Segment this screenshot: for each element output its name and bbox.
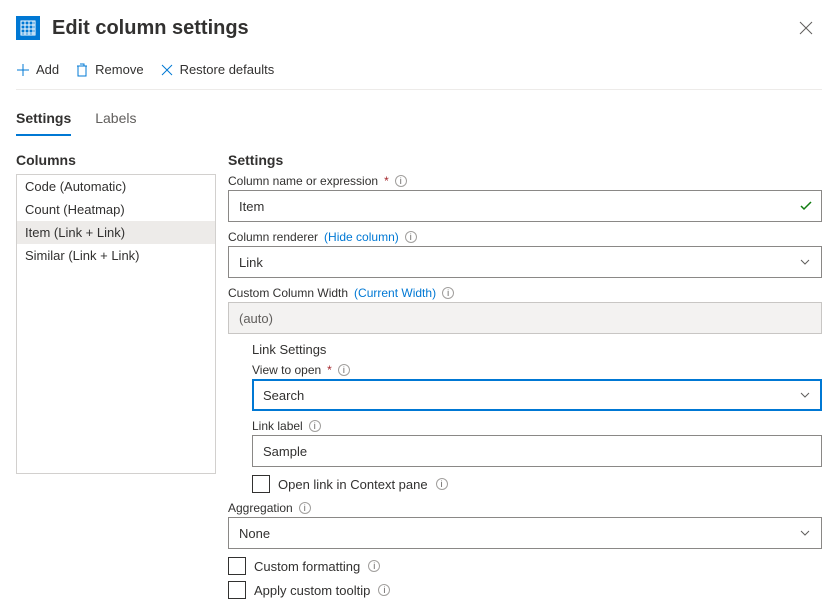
info-icon[interactable]: i <box>442 287 454 299</box>
custom-formatting-label: Custom formatting <box>254 559 360 574</box>
settings-heading: Settings <box>228 152 822 168</box>
tab-bar: Settings Labels <box>16 104 822 136</box>
renderer-label: Column renderer <box>228 230 318 244</box>
clear-icon <box>160 63 174 77</box>
custom-tooltip-label: Apply custom tooltip <box>254 583 370 598</box>
column-name-input[interactable]: Item <box>228 190 822 222</box>
link-label-input[interactable]: Sample <box>252 435 822 467</box>
plus-icon <box>16 63 30 77</box>
checkmark-icon <box>799 199 813 213</box>
list-item[interactable]: Code (Automatic) <box>17 175 215 198</box>
info-icon[interactable]: i <box>338 364 350 376</box>
list-item[interactable]: Item (Link + Link) <box>17 221 215 244</box>
info-icon[interactable]: i <box>395 175 407 187</box>
column-name-label: Column name or expression <box>228 174 378 188</box>
remove-label: Remove <box>95 62 143 77</box>
link-settings-heading: Link Settings <box>252 342 822 357</box>
width-input[interactable]: (auto) <box>228 302 822 334</box>
add-label: Add <box>36 62 59 77</box>
link-label-label: Link label <box>252 419 303 433</box>
aggregation-label: Aggregation <box>228 501 293 515</box>
custom-tooltip-checkbox[interactable] <box>228 581 246 599</box>
tab-labels[interactable]: Labels <box>95 104 136 136</box>
close-icon <box>799 21 813 35</box>
required-marker: * <box>384 174 389 188</box>
chevron-down-icon <box>799 389 811 401</box>
info-icon[interactable]: i <box>378 584 390 596</box>
info-icon[interactable]: i <box>436 478 448 490</box>
view-to-open-select[interactable]: Search <box>252 379 822 411</box>
trash-icon <box>75 63 89 77</box>
toolbar: Add Remove Restore defaults <box>16 52 822 90</box>
dialog-title: Edit column settings <box>52 17 790 40</box>
hide-column-link[interactable]: (Hide column) <box>324 230 399 244</box>
renderer-select[interactable]: Link <box>228 246 822 278</box>
aggregation-select[interactable]: None <box>228 517 822 549</box>
remove-button[interactable]: Remove <box>75 60 143 79</box>
restore-label: Restore defaults <box>180 62 275 77</box>
info-icon[interactable]: i <box>299 502 311 514</box>
chevron-down-icon <box>799 256 811 268</box>
info-icon[interactable]: i <box>309 420 321 432</box>
close-button[interactable] <box>790 12 822 44</box>
custom-formatting-checkbox[interactable] <box>228 557 246 575</box>
info-icon[interactable]: i <box>368 560 380 572</box>
tab-settings[interactable]: Settings <box>16 104 71 136</box>
view-to-open-label: View to open <box>252 363 321 377</box>
restore-button[interactable]: Restore defaults <box>160 60 275 79</box>
open-context-checkbox[interactable] <box>252 475 270 493</box>
columns-list: Code (Automatic) Count (Heatmap) Item (L… <box>16 174 216 474</box>
list-item[interactable]: Count (Heatmap) <box>17 198 215 221</box>
info-icon[interactable]: i <box>405 231 417 243</box>
chevron-down-icon <box>799 527 811 539</box>
columns-heading: Columns <box>16 152 216 168</box>
grid-icon <box>16 16 40 40</box>
required-marker: * <box>327 363 332 377</box>
list-item[interactable]: Similar (Link + Link) <box>17 244 215 267</box>
width-label: Custom Column Width <box>228 286 348 300</box>
current-width-link[interactable]: (Current Width) <box>354 286 436 300</box>
add-button[interactable]: Add <box>16 60 59 79</box>
open-context-label: Open link in Context pane <box>278 477 428 492</box>
dialog-header: Edit column settings <box>16 0 822 52</box>
